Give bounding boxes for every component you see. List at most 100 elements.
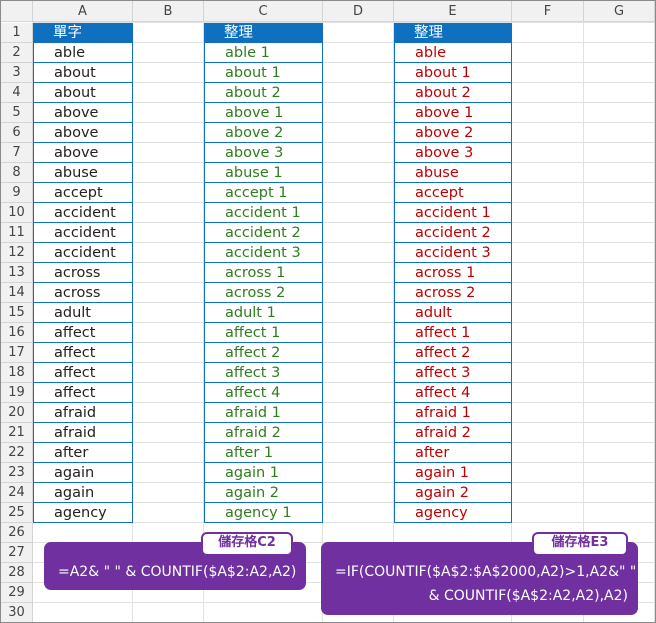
- cell-e4[interactable]: about 2: [394, 83, 512, 103]
- cell-c19[interactable]: affect 4: [204, 383, 323, 403]
- row-header-4[interactable]: 4: [1, 83, 33, 103]
- cell-a22[interactable]: after: [33, 443, 133, 463]
- row-header-6[interactable]: 6: [1, 123, 33, 143]
- cell-a21[interactable]: afraid: [33, 423, 133, 443]
- cell-c23[interactable]: again 1: [204, 463, 323, 483]
- cell-a13[interactable]: across: [33, 263, 133, 283]
- cell-a3[interactable]: about: [33, 63, 133, 83]
- cell-a8[interactable]: abuse: [33, 163, 133, 183]
- column-header-b[interactable]: B: [133, 1, 204, 22]
- cell-a1-header[interactable]: 單字: [33, 23, 133, 43]
- row-header-25[interactable]: 25: [1, 503, 33, 523]
- row-header-28[interactable]: 28: [1, 563, 33, 583]
- cell-a25[interactable]: agency: [33, 503, 133, 523]
- cell-c15[interactable]: adult 1: [204, 303, 323, 323]
- cell-a18[interactable]: affect: [33, 363, 133, 383]
- cell-a2[interactable]: able: [33, 43, 133, 63]
- column-header-e[interactable]: E: [394, 1, 512, 22]
- row-header-20[interactable]: 20: [1, 403, 33, 423]
- cell-a4[interactable]: about: [33, 83, 133, 103]
- cell-e9[interactable]: accept: [394, 183, 512, 203]
- cell-e18[interactable]: affect 3: [394, 363, 512, 383]
- cell-c5[interactable]: above 1: [204, 103, 323, 123]
- cell-e13[interactable]: across 1: [394, 263, 512, 283]
- cell-c21[interactable]: afraid 2: [204, 423, 323, 443]
- cell-c10[interactable]: accident 1: [204, 203, 323, 223]
- cell-e25[interactable]: agency: [394, 503, 512, 523]
- cell-a16[interactable]: affect: [33, 323, 133, 343]
- row-header-2[interactable]: 2: [1, 43, 33, 63]
- cell-a19[interactable]: affect: [33, 383, 133, 403]
- row-header-9[interactable]: 9: [1, 183, 33, 203]
- cell-c2[interactable]: able 1: [204, 43, 323, 63]
- cell-e22[interactable]: after: [394, 443, 512, 463]
- cell-a6[interactable]: above: [33, 123, 133, 143]
- row-header-13[interactable]: 13: [1, 263, 33, 283]
- cell-c11[interactable]: accident 2: [204, 223, 323, 243]
- cell-e7[interactable]: above 3: [394, 143, 512, 163]
- cell-e11[interactable]: accident 2: [394, 223, 512, 243]
- cell-c7[interactable]: above 3: [204, 143, 323, 163]
- row-header-23[interactable]: 23: [1, 463, 33, 483]
- cell-a14[interactable]: across: [33, 283, 133, 303]
- cell-a11[interactable]: accident: [33, 223, 133, 243]
- row-header-19[interactable]: 19: [1, 383, 33, 403]
- row-header-3[interactable]: 3: [1, 63, 33, 83]
- cell-c4[interactable]: about 2: [204, 83, 323, 103]
- cell-e2[interactable]: able: [394, 43, 512, 63]
- row-header-14[interactable]: 14: [1, 283, 33, 303]
- row-header-8[interactable]: 8: [1, 163, 33, 183]
- cell-c3[interactable]: about 1: [204, 63, 323, 83]
- cell-a17[interactable]: affect: [33, 343, 133, 363]
- row-header-29[interactable]: 29: [1, 583, 33, 603]
- cell-e15[interactable]: adult: [394, 303, 512, 323]
- cell-a10[interactable]: accident: [33, 203, 133, 223]
- cell-c18[interactable]: affect 3: [204, 363, 323, 383]
- cell-e6[interactable]: above 2: [394, 123, 512, 143]
- cell-a7[interactable]: above: [33, 143, 133, 163]
- cell-c24[interactable]: again 2: [204, 483, 323, 503]
- column-header-a[interactable]: A: [33, 1, 133, 22]
- row-header-24[interactable]: 24: [1, 483, 33, 503]
- row-header-11[interactable]: 11: [1, 223, 33, 243]
- cell-e24[interactable]: again 2: [394, 483, 512, 503]
- cell-e23[interactable]: again 1: [394, 463, 512, 483]
- cell-c20[interactable]: afraid 1: [204, 403, 323, 423]
- row-header-30[interactable]: 30: [1, 603, 33, 622]
- cell-e8[interactable]: abuse: [394, 163, 512, 183]
- column-header-d[interactable]: D: [323, 1, 394, 22]
- cell-e1-header[interactable]: 整理: [394, 23, 512, 43]
- row-header-5[interactable]: 5: [1, 103, 33, 123]
- cell-c17[interactable]: affect 2: [204, 343, 323, 363]
- cell-a12[interactable]: accident: [33, 243, 133, 263]
- row-header-26[interactable]: 26: [1, 523, 33, 543]
- cell-e16[interactable]: affect 1: [394, 323, 512, 343]
- row-header-12[interactable]: 12: [1, 243, 33, 263]
- cell-e17[interactable]: affect 2: [394, 343, 512, 363]
- cell-e19[interactable]: affect 4: [394, 383, 512, 403]
- row-header-10[interactable]: 10: [1, 203, 33, 223]
- cell-c22[interactable]: after 1: [204, 443, 323, 463]
- cell-c8[interactable]: abuse 1: [204, 163, 323, 183]
- row-header-1[interactable]: 1: [1, 23, 33, 43]
- row-header-27[interactable]: 27: [1, 543, 33, 563]
- cell-e21[interactable]: afraid 2: [394, 423, 512, 443]
- cell-a9[interactable]: accept: [33, 183, 133, 203]
- column-header-c[interactable]: C: [204, 1, 323, 22]
- cell-c9[interactable]: accept 1: [204, 183, 323, 203]
- row-header-22[interactable]: 22: [1, 443, 33, 463]
- row-header-21[interactable]: 21: [1, 423, 33, 443]
- cell-c25[interactable]: agency 1: [204, 503, 323, 523]
- cell-e5[interactable]: above 1: [394, 103, 512, 123]
- cell-c16[interactable]: affect 1: [204, 323, 323, 343]
- cell-e10[interactable]: accident 1: [394, 203, 512, 223]
- cell-e20[interactable]: afraid 1: [394, 403, 512, 423]
- row-header-15[interactable]: 15: [1, 303, 33, 323]
- cell-a20[interactable]: afraid: [33, 403, 133, 423]
- cell-e14[interactable]: across 2: [394, 283, 512, 303]
- row-header-7[interactable]: 7: [1, 143, 33, 163]
- cell-c12[interactable]: accident 3: [204, 243, 323, 263]
- cell-c13[interactable]: across 1: [204, 263, 323, 283]
- cell-c1-header[interactable]: 整理: [204, 23, 323, 43]
- cell-e12[interactable]: accident 3: [394, 243, 512, 263]
